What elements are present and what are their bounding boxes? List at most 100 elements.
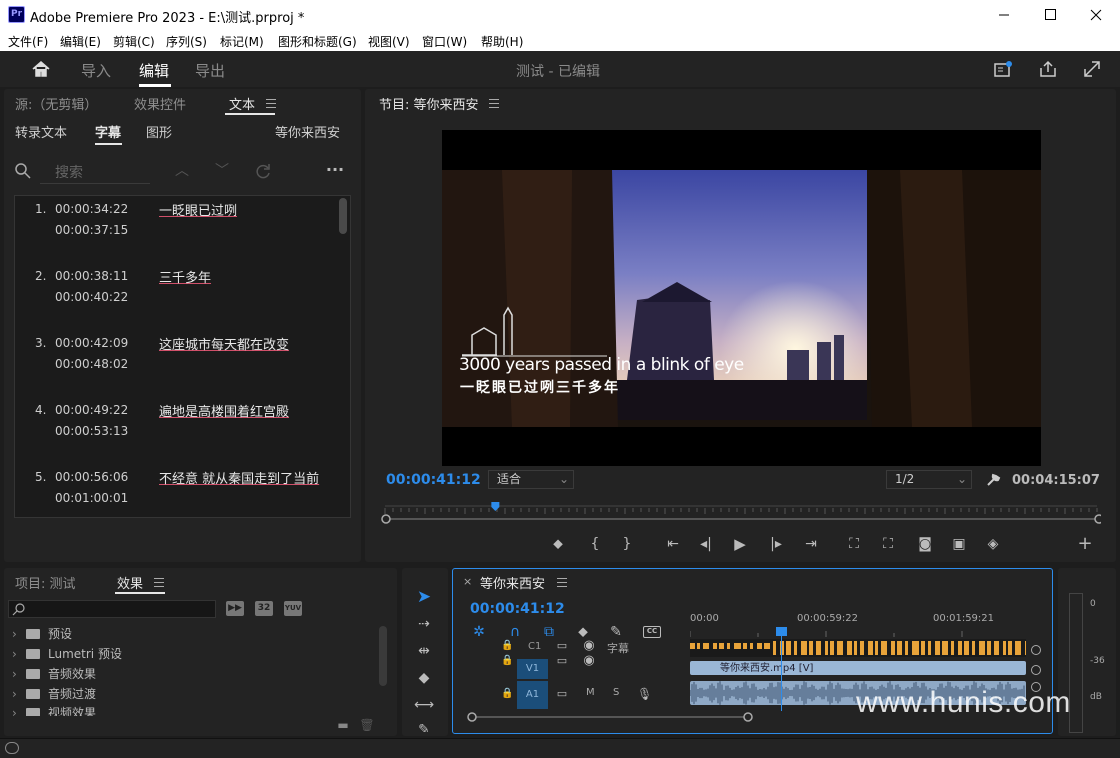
- chevron-up-icon[interactable]: ︿: [174, 162, 190, 180]
- eye-icon[interactable]: ◉: [581, 652, 597, 670]
- caption-text[interactable]: 遍地是高楼围着红宫殿: [159, 402, 329, 423]
- selection-tool-icon[interactable]: ➤: [410, 585, 438, 609]
- tab-source[interactable]: 源:（无剪辑）: [15, 94, 97, 113]
- effects-scrollbar[interactable]: [379, 626, 387, 686]
- effects-folder-lumetri-presets[interactable]: › Lumetri 预设: [12, 645, 122, 663]
- caption-clips[interactable]: [690, 639, 1026, 657]
- 32bit-effects-button[interactable]: 32: [255, 601, 273, 616]
- close-window-button[interactable]: [1073, 0, 1119, 30]
- menu-file[interactable]: 文件(F): [8, 33, 48, 50]
- minimize-button[interactable]: [981, 0, 1027, 30]
- tab-text[interactable]: 文本: [229, 94, 255, 113]
- caption-list-scrollbar[interactable]: [339, 198, 347, 234]
- panel-menu-icon[interactable]: [489, 99, 499, 108]
- tab-import[interactable]: 导入: [81, 60, 111, 81]
- voiceover-mic-icon[interactable]: 🎙: [637, 685, 652, 703]
- caption-item[interactable]: 4. 00:00:49:22 00:00:53:13 遍地是高楼围着红宫殿: [15, 397, 350, 464]
- caption-item[interactable]: 1. 00:00:34:22 00:00:37:15 一眨眼已过咧: [15, 196, 350, 263]
- menu-markers[interactable]: 标记(M): [220, 33, 264, 50]
- video-clip[interactable]: 等你来西安.mp4 [V]: [690, 661, 1026, 675]
- extract-icon[interactable]: ⛶: [877, 535, 899, 553]
- share-icon[interactable]: [1038, 59, 1058, 79]
- program-timecode[interactable]: 00:00:41:12: [386, 472, 481, 488]
- timeline-zoom-scrollbar[interactable]: [467, 712, 753, 722]
- tab-effect-controls[interactable]: 效果控件: [134, 94, 186, 113]
- sync-lock-icon[interactable]: ▭: [555, 652, 569, 670]
- video-frame[interactable]: 3000 years passed in a blink of eye 一眨眼已…: [442, 130, 1041, 466]
- timeline-ruler[interactable]: [690, 627, 1026, 637]
- track-scroll-handle[interactable]: [1031, 645, 1041, 655]
- more-options-icon[interactable]: ···: [324, 161, 346, 179]
- mute-button[interactable]: M: [586, 687, 595, 698]
- step-back-icon[interactable]: ◂|: [697, 535, 715, 553]
- lock-icon[interactable]: 🔒: [501, 685, 513, 703]
- refresh-icon[interactable]: [254, 162, 272, 180]
- menu-window[interactable]: 窗口(W): [422, 33, 467, 50]
- menu-edit[interactable]: 编辑(E): [60, 33, 101, 50]
- track-label-v1[interactable]: V1: [517, 659, 548, 679]
- lift-icon[interactable]: ⛶: [843, 535, 865, 553]
- menu-view[interactable]: 视图(V): [368, 33, 410, 50]
- ripple-edit-tool-icon[interactable]: ⇹: [410, 639, 438, 663]
- caption-text[interactable]: 一眨眼已过咧: [159, 201, 329, 222]
- go-to-out-icon[interactable]: ⇥: [801, 535, 821, 553]
- tab-edit[interactable]: 编辑: [139, 60, 169, 81]
- panel-menu-icon[interactable]: [154, 578, 164, 587]
- effects-folder-audio-effects[interactable]: › 音频效果: [12, 665, 96, 683]
- panel-menu-icon[interactable]: [266, 99, 276, 108]
- effects-search-input[interactable]: [8, 600, 216, 618]
- caption-text[interactable]: 不经意 就从秦国走到了当前: [159, 469, 329, 490]
- play-icon[interactable]: ▶: [731, 535, 749, 553]
- panel-menu-icon[interactable]: [557, 578, 567, 587]
- subtab-captions[interactable]: 字幕: [95, 122, 121, 141]
- menu-graphics[interactable]: 图形和标题(G): [278, 33, 357, 50]
- track-select-tool-icon[interactable]: ⇢: [410, 612, 438, 636]
- comparison-view-icon[interactable]: ▣: [949, 535, 969, 553]
- caption-item[interactable]: 3. 00:00:42:09 00:00:48:02 这座城市每天都在改变: [15, 330, 350, 397]
- home-icon[interactable]: [30, 59, 52, 79]
- mark-in-icon[interactable]: {: [587, 535, 603, 553]
- effects-folder-presets[interactable]: › 预设: [12, 625, 72, 643]
- add-marker-icon[interactable]: ⬥: [549, 535, 567, 553]
- effects-folder-video-effects[interactable]: › 视频效果: [12, 704, 96, 716]
- track-label-a1[interactable]: A1: [517, 681, 548, 709]
- sync-lock-icon[interactable]: ▭: [555, 685, 569, 703]
- tab-project[interactable]: 项目: 测试: [15, 573, 76, 592]
- caption-search-input[interactable]: 搜索: [40, 160, 150, 184]
- tab-export[interactable]: 导出: [195, 60, 225, 81]
- resolution-dropdown[interactable]: 1/2 ⌄: [886, 470, 972, 489]
- subtab-graphics[interactable]: 图形: [146, 122, 172, 141]
- maximize-button[interactable]: [1027, 0, 1073, 30]
- chevron-down-icon[interactable]: ﹀: [214, 162, 230, 180]
- program-scrubber[interactable]: [381, 502, 1101, 524]
- track-scroll-handle[interactable]: [1031, 665, 1041, 675]
- accelerated-effects-icon[interactable]: ▶▶: [226, 601, 244, 616]
- razor-tool-icon[interactable]: ◆: [410, 666, 438, 690]
- settings-wrench-icon[interactable]: [985, 471, 1001, 487]
- caption-text[interactable]: 这座城市每天都在改变: [159, 335, 329, 356]
- caption-text[interactable]: 三千多年: [159, 268, 329, 289]
- yuv-effects-button[interactable]: YUV: [284, 601, 302, 616]
- effects-folder-audio-transitions[interactable]: › 音频过渡: [12, 685, 96, 703]
- subtab-transcript[interactable]: 转录文本: [15, 122, 67, 141]
- tab-effects[interactable]: 效果: [117, 573, 143, 592]
- caption-item[interactable]: 5. 00:00:56:06 00:01:00:01 不经意 就从秦国走到了当前: [15, 464, 350, 517]
- menu-help[interactable]: 帮助(H): [481, 33, 523, 50]
- new-bin-folder-icon[interactable]: ▬: [335, 716, 351, 734]
- fit-dropdown[interactable]: 适合 ⌄: [488, 470, 574, 489]
- export-frame-camera-icon[interactable]: ◙: [915, 535, 935, 553]
- add-button-icon[interactable]: +: [1075, 535, 1095, 553]
- timeline-sequence-tab[interactable]: 等你来西安: [480, 573, 545, 592]
- fullscreen-icon[interactable]: [1082, 59, 1102, 79]
- creative-cloud-icon[interactable]: [5, 742, 19, 754]
- close-sequence-icon[interactable]: ×: [463, 575, 472, 588]
- step-forward-icon[interactable]: |▸: [767, 535, 785, 553]
- quick-export-icon[interactable]: [993, 61, 1013, 79]
- vr-toggle-icon[interactable]: ◈: [983, 535, 1003, 553]
- timeline-timecode[interactable]: 00:00:41:12: [470, 601, 565, 617]
- menu-clip[interactable]: 剪辑(C): [113, 33, 155, 50]
- mark-out-icon[interactable]: }: [619, 535, 635, 553]
- go-to-in-icon[interactable]: ⇤: [663, 535, 683, 553]
- delete-trash-icon[interactable]: 🗑: [359, 716, 375, 734]
- caption-item[interactable]: 2. 00:00:38:11 00:00:40:22 三千多年: [15, 263, 350, 330]
